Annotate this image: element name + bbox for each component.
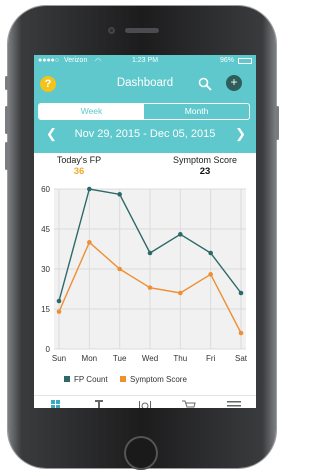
data-point	[147, 250, 153, 256]
data-point	[208, 272, 213, 277]
data-point	[238, 330, 244, 336]
tab-cart[interactable]	[167, 396, 211, 408]
status-bar: ●●●●○ Verizon ◠ 1:23 PM 96%	[38, 57, 252, 67]
period-toggle: Week Month	[38, 103, 250, 120]
legend-swatch	[120, 376, 126, 382]
tab-dashboard[interactable]	[34, 396, 78, 408]
data-point	[117, 192, 122, 197]
meal-icon	[138, 401, 151, 408]
data-point	[87, 240, 92, 245]
data-point	[178, 290, 183, 296]
x-tick-label: Mon	[82, 354, 98, 363]
tab-week[interactable]: Week	[39, 104, 144, 119]
hierarchy-icon	[95, 400, 104, 408]
symptom-score: Symptom Score 23	[160, 155, 250, 177]
data-point	[56, 298, 62, 304]
page-title: Dashboard	[116, 77, 174, 89]
header: ●●●●○ Verizon ◠ 1:23 PM 96% ? Dashboard …	[34, 55, 256, 153]
data-point	[117, 266, 122, 272]
tab-month[interactable]: Month	[144, 104, 249, 119]
x-tick-label: Tue	[113, 354, 127, 363]
volume-up-button	[5, 106, 8, 134]
data-point	[178, 232, 183, 237]
battery-percent: 96%	[219, 57, 234, 64]
cart-icon	[182, 400, 196, 408]
legend-swatch	[64, 376, 70, 382]
symptom-score-label: Symptom Score	[172, 155, 238, 165]
y-tick-label: 30	[41, 265, 50, 274]
date-navigator: ❮ Nov 29, 2015 - Dec 05, 2015 ❯	[34, 125, 256, 143]
home-button[interactable]	[124, 436, 158, 470]
power-button	[276, 106, 279, 140]
y-tick-label: 60	[41, 185, 50, 194]
menu-icon	[226, 401, 241, 407]
x-tick-label: Thu	[173, 354, 187, 363]
legend-label: Symptom Score	[130, 375, 187, 384]
nav-bar: ? Dashboard +	[34, 71, 256, 97]
volume-down-button	[5, 142, 8, 170]
data-point	[87, 186, 92, 192]
legend-label: FP Count	[74, 375, 108, 384]
todays-fp-value: 36	[73, 166, 85, 177]
y-tick-label: 15	[41, 305, 50, 314]
tab-menu[interactable]	[212, 396, 256, 408]
dashboard-icon	[51, 400, 60, 408]
y-tick-label: 0	[46, 345, 51, 354]
x-tick-label: Fri	[206, 354, 216, 363]
next-week-chevron-icon[interactable]: ❯	[235, 125, 246, 143]
app-screen: ●●●●○ Verizon ◠ 1:23 PM 96% ? Dashboard …	[34, 55, 256, 408]
add-button[interactable]: +	[226, 75, 242, 91]
tab-hierarchy[interactable]	[78, 396, 122, 408]
mute-switch	[5, 76, 8, 90]
data-point	[208, 250, 213, 256]
earpiece	[125, 28, 159, 33]
todays-fp: Today's FP 36	[44, 155, 114, 177]
tab-bar	[34, 395, 256, 408]
battery-icon	[238, 58, 252, 64]
data-point	[56, 309, 62, 314]
tab-meals[interactable]	[123, 396, 167, 408]
line-chart: 0 15 30 45 60 Sun Mon Tue Wed Thu Fri Sat FP Count Sy…	[41, 185, 248, 384]
x-tick-label: Sun	[52, 354, 66, 363]
symptom-score-value: 23	[199, 166, 211, 177]
stats-row: Today's FP 36 Symptom Score 23	[34, 153, 256, 179]
data-point	[147, 285, 153, 290]
front-camera	[108, 27, 115, 34]
y-tick-label: 45	[41, 225, 50, 234]
todays-fp-label: Today's FP	[56, 155, 102, 165]
x-tick-label: Sat	[235, 354, 248, 363]
search-icon[interactable]	[198, 77, 212, 91]
chart-area: 0 15 30 45 60 Sun Mon Tue Wed Thu Fri Sat FP Count Sy…	[34, 179, 256, 408]
x-tick-label: Wed	[142, 354, 158, 363]
date-range: Nov 29, 2015 - Dec 05, 2015	[74, 128, 216, 140]
data-point	[238, 290, 244, 296]
